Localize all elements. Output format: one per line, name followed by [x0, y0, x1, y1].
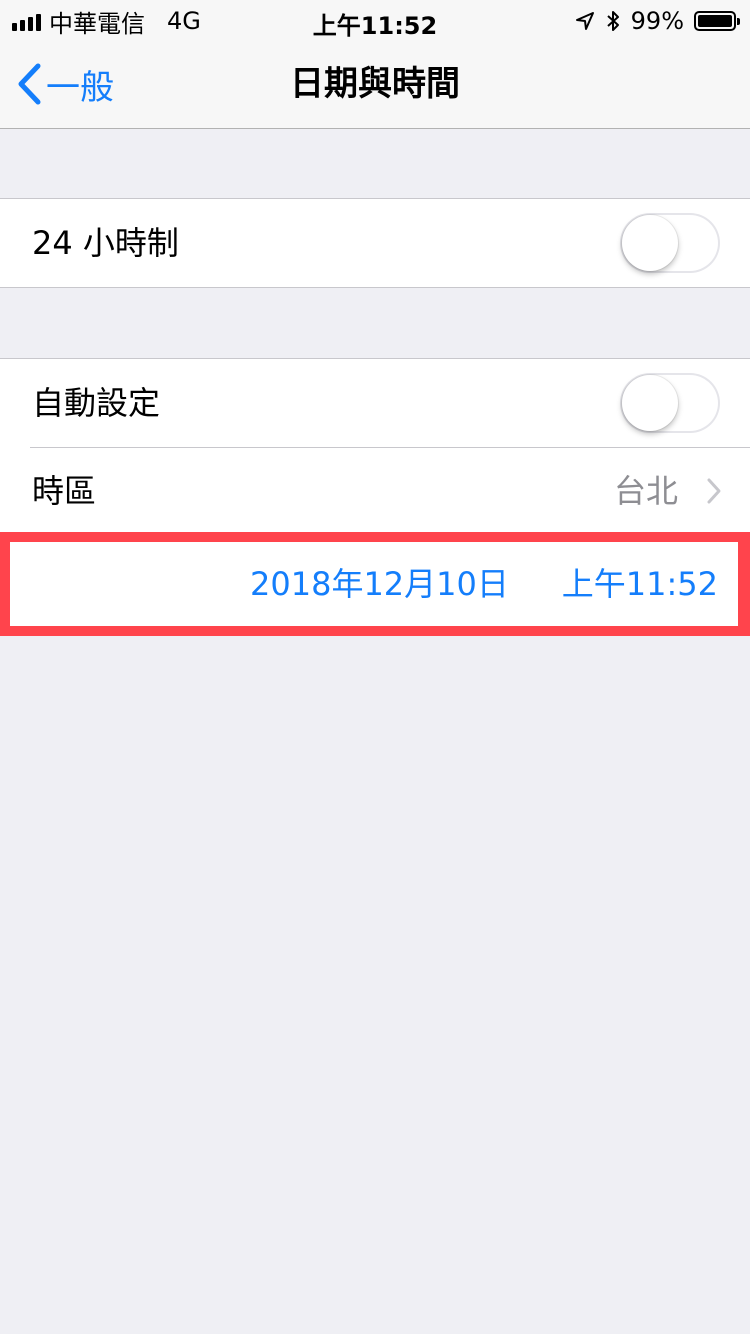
chevron-right-icon [707, 478, 721, 504]
row-label: 自動設定 [32, 384, 161, 422]
row-label: 24 小時制 [32, 224, 179, 262]
row-timezone[interactable]: 時區 台北 [0, 447, 750, 535]
toggle-auto-set[interactable] [620, 373, 720, 433]
settings-group-time-format: 24 小時制 [0, 198, 750, 288]
battery-icon [694, 11, 740, 31]
row-auto-set: 自動設定 [0, 359, 750, 447]
navigation-bar: 一般 日期與時間 [0, 40, 750, 129]
toggle-knob [622, 215, 678, 271]
datetime-highlight-box: 2018年12月10日 上午11:52 [0, 532, 750, 636]
timezone-value: 台北 [613, 472, 678, 510]
datetime-row[interactable]: 2018年12月10日 上午11:52 [10, 542, 738, 626]
time-value[interactable]: 上午11:52 [562, 542, 718, 626]
settings-group-auto: 自動設定 時區 台北 [0, 358, 750, 536]
row-24-hour: 24 小時制 [0, 199, 750, 287]
battery-percent: 99% [630, 7, 684, 35]
row-label: 時區 [32, 472, 97, 510]
date-value[interactable]: 2018年12月10日 [250, 542, 509, 626]
toggle-24-hour[interactable] [620, 213, 720, 273]
location-icon [575, 12, 594, 30]
status-right: 99% [575, 6, 740, 36]
toggle-knob [622, 375, 678, 431]
bluetooth-icon [606, 11, 619, 31]
status-bar: 中華電信 4G 上午11:52 99% [0, 0, 750, 40]
page-title: 日期與時間 [290, 64, 460, 104]
